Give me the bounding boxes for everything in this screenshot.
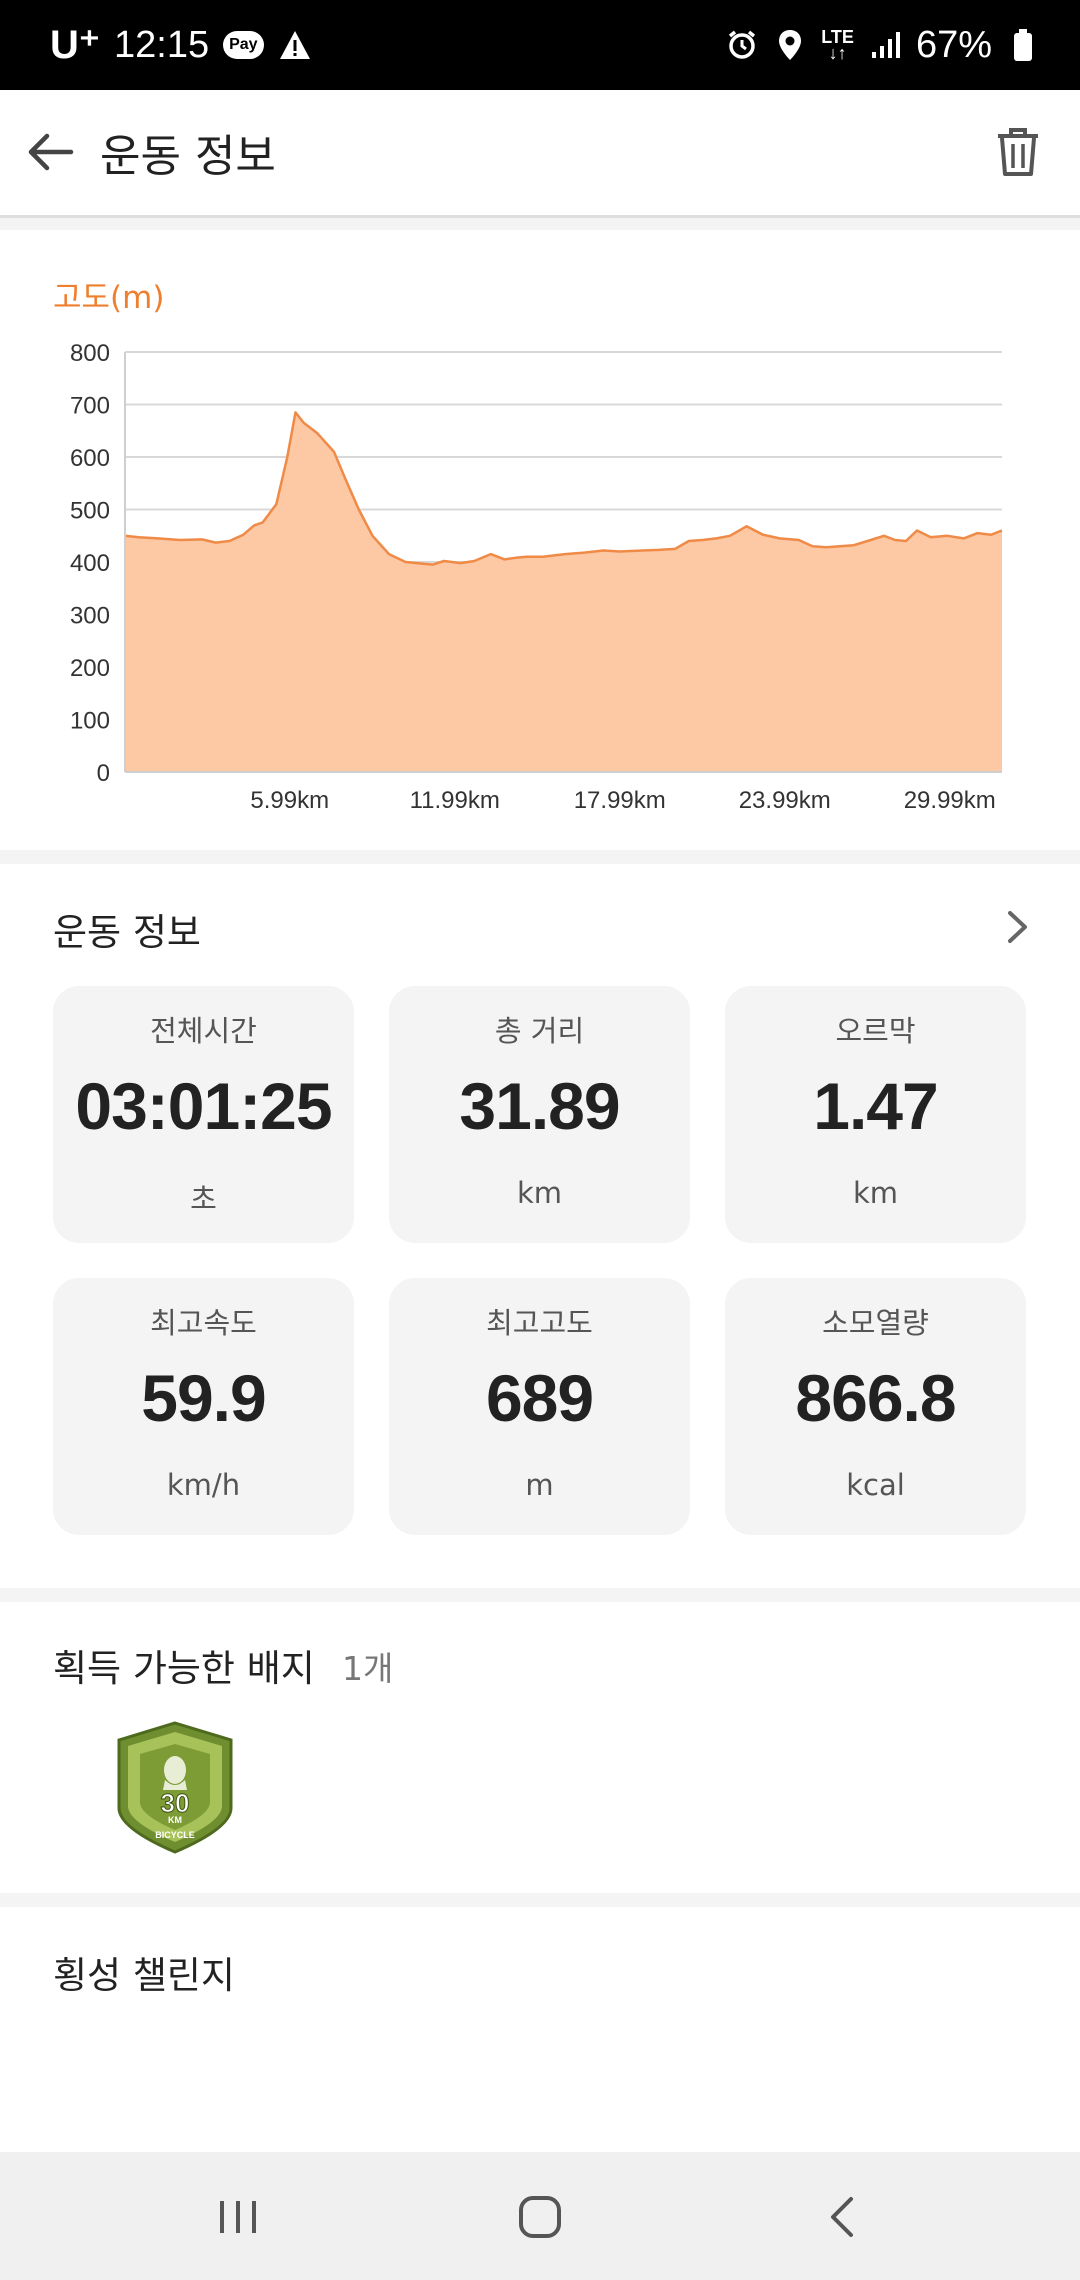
challenge-section-title[interactable]: 횡성 챌린지 xyxy=(53,1945,235,1999)
alarm-icon xyxy=(725,28,759,62)
battery-percent: 67% xyxy=(915,23,992,66)
y-tick-label: 200 xyxy=(70,655,110,682)
stat-label: 전체시간 xyxy=(150,1014,257,1048)
x-tick-label: 29.99km xyxy=(904,787,996,814)
y-tick-label: 300 xyxy=(70,603,110,630)
page-title: 운동 정보 xyxy=(100,131,276,182)
badge-number: 30 xyxy=(161,1788,190,1818)
carrier-label: U⁺ xyxy=(50,23,100,67)
badge-count: 1개 xyxy=(342,1649,394,1688)
status-bar: U⁺ 12:15 Pay LTE ↓↑ 67% xyxy=(0,0,1080,90)
home-icon xyxy=(519,2196,561,2238)
chevron-right-icon xyxy=(1008,911,1027,943)
divider xyxy=(0,1588,1080,1602)
y-tick-label: 400 xyxy=(70,550,110,577)
stat-value: 03:01:25 xyxy=(75,1069,332,1143)
badge-caption: BICYCLE xyxy=(155,1830,195,1840)
divider xyxy=(0,218,1080,230)
stat-card-ascent: 오르막 1.47 km xyxy=(725,986,1026,1243)
stat-card-calories: 소모열량 866.8 kcal xyxy=(725,1278,1026,1535)
workout-section-title: 운동 정보 xyxy=(53,911,201,954)
y-tick-label: 0 xyxy=(97,760,110,787)
y-tick-label: 500 xyxy=(70,498,110,525)
stat-label: 소모열량 xyxy=(822,1306,929,1340)
workout-details-button[interactable] xyxy=(996,905,1040,949)
back-arrow-icon xyxy=(28,133,74,171)
delete-button[interactable] xyxy=(986,120,1050,184)
stat-label: 총 거리 xyxy=(494,1014,585,1048)
samsung-pay-icon: Pay xyxy=(223,31,264,59)
divider xyxy=(0,850,1080,864)
divider xyxy=(0,1893,1080,1907)
home-button[interactable] xyxy=(500,2182,580,2252)
app-bar: 운동 정보 xyxy=(0,90,1080,218)
stat-value: 1.47 xyxy=(813,1069,938,1143)
stat-label: 오르막 xyxy=(835,1014,916,1048)
navigation-bar xyxy=(0,2152,1080,2280)
x-tick-label: 5.99km xyxy=(250,787,329,814)
nav-back-button[interactable] xyxy=(802,2182,882,2252)
recent-apps-button[interactable] xyxy=(198,2182,278,2252)
clock: 12:15 xyxy=(114,23,210,66)
stat-value: 866.8 xyxy=(795,1361,956,1435)
stat-card-total-distance: 총 거리 31.89 km xyxy=(389,986,690,1243)
back-icon xyxy=(831,2197,853,2237)
battery-icon xyxy=(1006,28,1040,62)
stat-card-total-time: 전체시간 03:01:25 초 xyxy=(53,986,354,1243)
y-tick-label: 600 xyxy=(70,445,110,472)
y-tick-label: 100 xyxy=(70,708,110,735)
stat-unit: km xyxy=(852,1176,899,1210)
stat-unit: m xyxy=(525,1468,554,1502)
badge-unit: KM xyxy=(168,1815,182,1825)
elevation-chart: 800 700 600 500 400 300 200 100 0 5.99km 11.99km 17… xyxy=(70,340,1003,814)
lte-icon: LTE ↓↑ xyxy=(821,27,854,63)
stat-value: 689 xyxy=(485,1361,594,1435)
stat-value: 59.9 xyxy=(141,1361,266,1435)
stat-unit: kcal xyxy=(846,1468,905,1502)
stat-label: 최고속도 xyxy=(150,1306,257,1340)
back-button[interactable] xyxy=(20,122,80,182)
stat-value: 31.89 xyxy=(459,1069,620,1143)
stat-unit: km xyxy=(516,1176,563,1210)
signal-icon xyxy=(868,28,902,62)
stat-unit: 초 xyxy=(190,1182,217,1216)
stat-card-max-altitude: 최고고도 689 m xyxy=(389,1278,690,1535)
x-tick-label: 17.99km xyxy=(574,787,666,814)
stat-label: 최고고도 xyxy=(486,1306,593,1340)
x-tick-label: 23.99km xyxy=(739,787,831,814)
recent-apps-icon xyxy=(220,2201,256,2233)
trash-icon xyxy=(998,128,1038,176)
y-tick-label: 800 xyxy=(70,340,110,367)
chart-title: 고도(m) xyxy=(53,280,165,316)
x-tick-label: 11.99km xyxy=(410,787,500,814)
warning-icon xyxy=(278,28,312,62)
stat-unit: km/h xyxy=(166,1468,241,1502)
location-icon xyxy=(773,28,807,62)
bicycle-30km-badge-icon[interactable]: 30 KM BICYCLE xyxy=(113,1720,237,1855)
elevation-area xyxy=(125,412,1002,772)
badges-section-title: 획득 가능한 배지 xyxy=(53,1647,315,1690)
stat-card-max-speed: 최고속도 59.9 km/h xyxy=(53,1278,354,1535)
y-tick-label: 700 xyxy=(70,393,110,420)
